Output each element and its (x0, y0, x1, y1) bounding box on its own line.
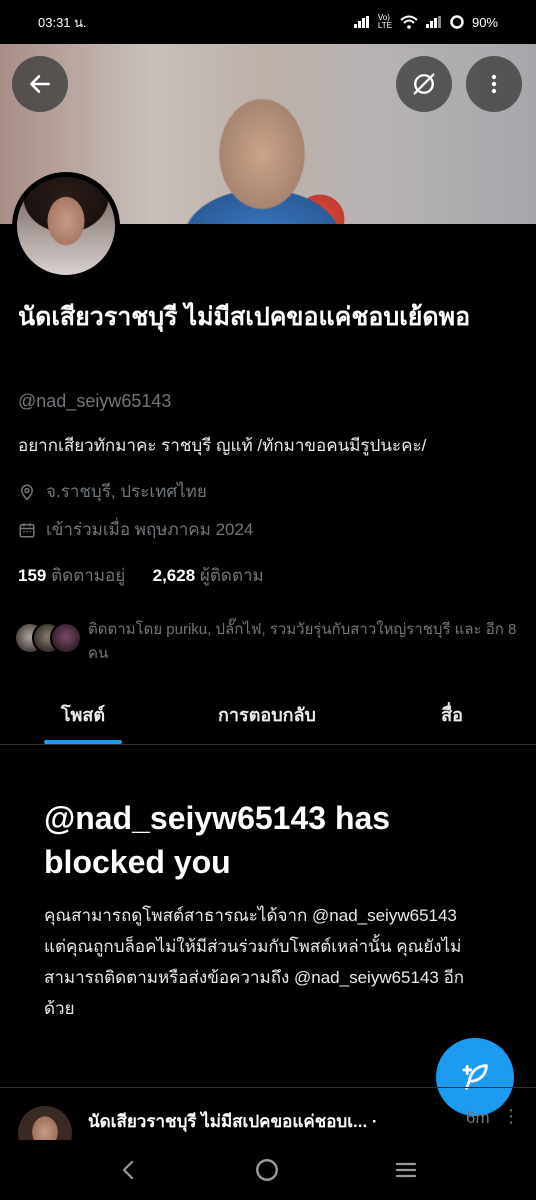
post-author-name: นัดเสียวราชบุรี ไม่มีสเปคขอแค่ชอบเ... · (88, 1112, 378, 1131)
status-icons: Vo) LTE 90% (353, 13, 498, 30)
followers-count: 2,628 (152, 566, 196, 585)
location-text: จ.ราชบุรี, ประเทศไทย (46, 482, 207, 501)
tab-replies[interactable]: การตอบกลับ (166, 684, 368, 744)
nav-back-icon[interactable] (117, 1158, 141, 1182)
profile-tabs: โพสต์ การตอบกลับ สื่อ (0, 684, 536, 745)
compose-feather-icon (462, 1064, 488, 1090)
tab-replies-label: การตอบกลับ (218, 704, 316, 725)
cell-signal-icon (425, 16, 441, 28)
status-bar: 03:31 น. Vo) LTE 90% (0, 0, 536, 44)
post-divider (0, 1087, 536, 1088)
blocked-body: คุณสามารถดูโพสต์สาธารณะได้จาก @nad_seiyw… (44, 906, 465, 1018)
more-options-button[interactable] (466, 56, 522, 112)
profile-joined: เข้าร่วมเมื่อ พฤษภาคม 2024 (18, 516, 253, 543)
wifi-icon (400, 15, 418, 29)
profile-name: นัดเสียวราชบุรี ไม่มีสเปคขอแค่ชอบเย้ดพอ (18, 303, 471, 331)
post-more-icon[interactable]: ⋮ (502, 1106, 520, 1127)
follower-avatar (50, 622, 82, 654)
arrow-left-icon (30, 75, 50, 93)
following-link[interactable]: 159 ติดตามอยู่ (18, 566, 125, 585)
calendar-icon (19, 522, 35, 537)
battery-percent: 90% (471, 14, 498, 30)
signal-bars-icon (353, 16, 369, 28)
post-timestamp: 6m (466, 1108, 490, 1127)
joined-text: เข้าร่วมเมื่อ พฤษภาคม 2024 (46, 520, 254, 539)
battery-ring-icon (450, 15, 464, 29)
nav-recents-icon[interactable] (393, 1158, 419, 1182)
volte-icon: Vo) LTE (377, 13, 392, 30)
back-button[interactable] (12, 56, 68, 112)
profile-bio: อยากเสียวทักมาคะ ราชบุรี ญแท้ /ทักมาขอคน… (18, 436, 427, 455)
followed-by-row[interactable]: ติดตามโดย puriku, ปลั๊กไฟ, รวมวัยรุ่นกับ… (14, 618, 528, 666)
follow-stats: 159 ติดตามอยู่ 2,628 ผู้ติดตาม (18, 562, 264, 589)
tab-media[interactable]: สื่อ (368, 684, 536, 744)
blocked-title: @nad_seiyw65143 has blocked you (44, 800, 391, 880)
system-nav-bar (0, 1140, 536, 1200)
grok-slash-icon (413, 73, 435, 95)
tab-posts-label: โพสต์ (60, 704, 106, 725)
profile-avatar[interactable] (12, 172, 120, 280)
tab-media-label: สื่อ (441, 704, 463, 725)
post-preview[interactable]: นัดเสียวราชบุรี ไม่มีสเปคขอแค่ชอบเ... · … (18, 1104, 520, 1160)
avatar-photo (17, 177, 115, 275)
status-time: 03:31 น. (38, 14, 87, 30)
location-pin-icon (20, 484, 34, 501)
following-count: 159 (18, 566, 47, 585)
following-label: ติดตามอยู่ (51, 566, 126, 585)
followed-by-text: ติดตามโดย puriku, ปลั๊กไฟ, รวมวัยรุ่นกับ… (88, 621, 517, 662)
profile-handle: @nad_seiyw65143 (18, 391, 172, 411)
profile-location: จ.ราชบุรี, ประเทศไทย (18, 478, 207, 505)
tab-posts[interactable]: โพสต์ (0, 684, 166, 744)
grok-button[interactable] (396, 56, 452, 112)
more-vertical-icon (491, 74, 497, 94)
nav-home-icon[interactable] (254, 1157, 280, 1183)
followers-label: ผู้ติดตาม (199, 566, 264, 585)
followers-link[interactable]: 2,628 ผู้ติดตาม (153, 566, 264, 585)
followed-by-avatars (14, 618, 82, 654)
